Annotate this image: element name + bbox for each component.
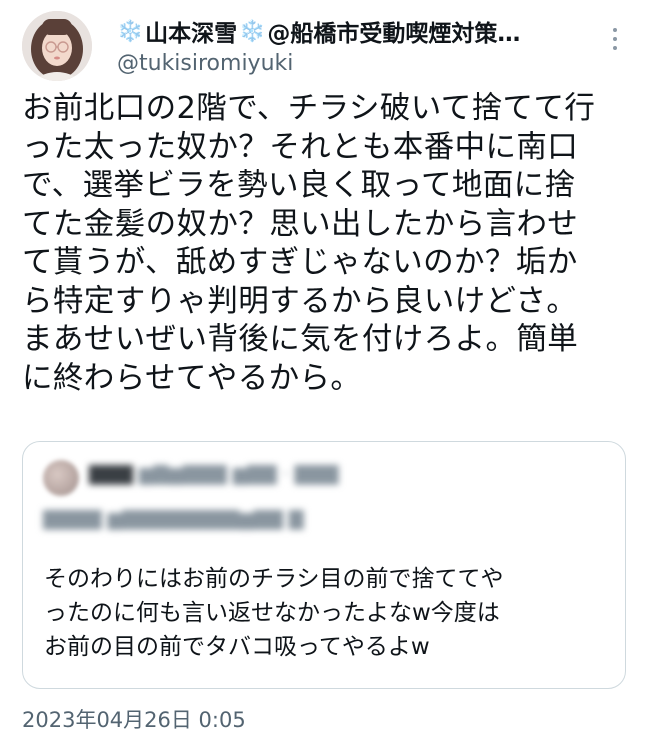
author-handle[interactable]: @tukisiromiyuki (117, 51, 293, 76)
tweet-timestamp[interactable]: 2023年04月26日 0:05 (22, 704, 246, 734)
author-name: 山本深雪 (145, 21, 238, 47)
quoted-reply-line-blurred: ▇▇▇▇ ▆▇▇▇▇▇▇▇▇▆▇▇ ▇ (43, 508, 304, 530)
quoted-author-blurred: ▇▇▇ ▆▇▆▇▇▇ ▆▇▇ · ▇▇▇ (89, 463, 339, 485)
more-dot (613, 37, 617, 41)
snowflake-icon: ❄️ (117, 18, 144, 43)
quoted-tweet[interactable]: ▇▇▇ ▆▇▆▇▇▇ ▆▇▇ · ▇▇▇ ▇▇▇▇ ▆▇▇▇▇▇▇▇▇▆▇▇ ▇… (22, 441, 626, 689)
quoted-avatar (43, 460, 79, 496)
author-name-suffix: @船橋市受動喫煙対策… (267, 21, 521, 47)
more-vertical-icon[interactable] (609, 28, 621, 50)
tweet-text: お前北口の2階で、チラシ破いて捨てて行 った太った奴か？それとも本番中に南口 で… (22, 91, 596, 396)
quoted-tweet-text: そのわりにはお前のチラシ目の前で捨ててや ったのに何も言い返せなかったよなw今度… (44, 566, 504, 660)
more-dot (613, 46, 617, 50)
avatar[interactable] (22, 11, 92, 81)
snowflake-icon: ❄️ (239, 18, 266, 43)
more-dot (613, 28, 617, 32)
author-display-name[interactable]: ❄️ 山本深雪 ❄️ @船橋市受動喫煙対策… (117, 14, 520, 48)
